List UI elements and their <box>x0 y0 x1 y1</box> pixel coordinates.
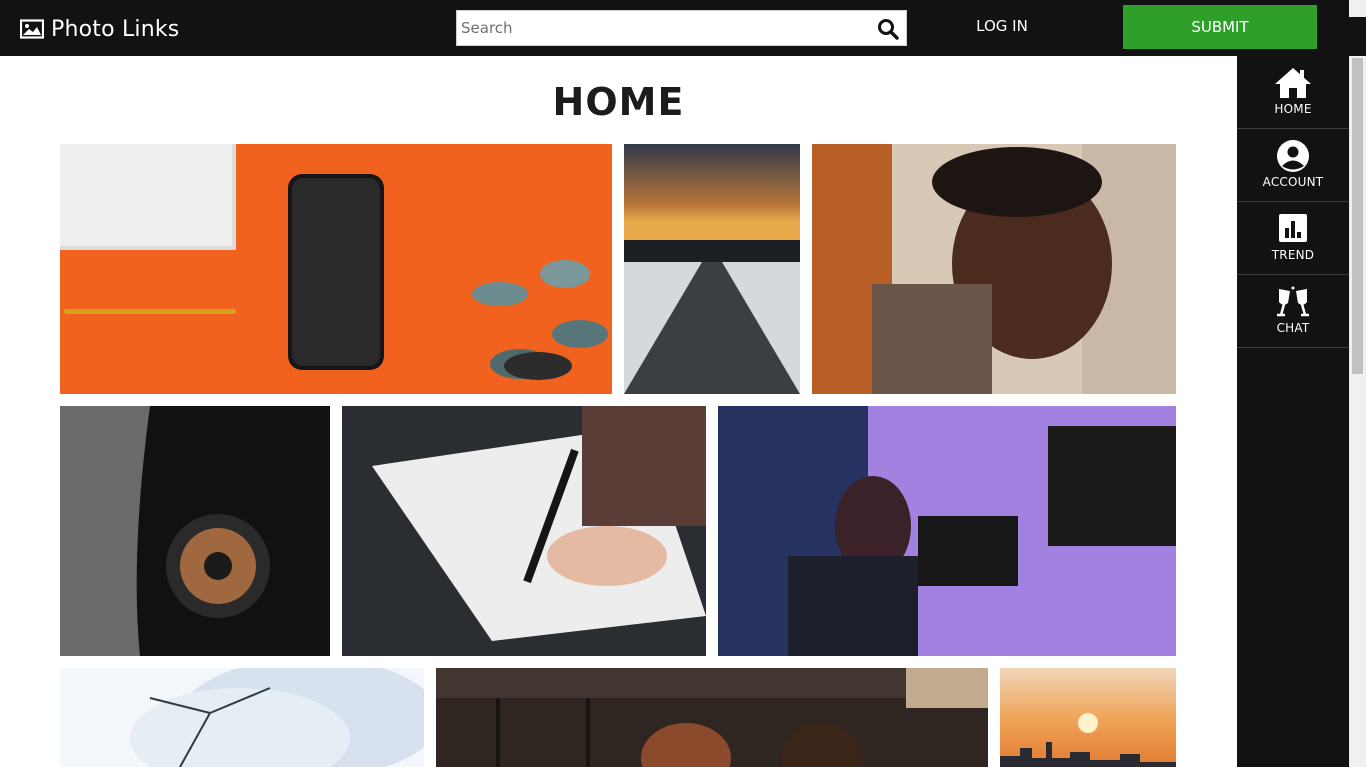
photo-coffee-shop-people[interactable] <box>436 668 988 767</box>
sidebar-item-label: TREND <box>1271 248 1315 262</box>
right-sidebar: HOME ACCOUNT TREND CHAT <box>1237 56 1349 767</box>
sidebar-item-home[interactable]: HOME <box>1237 56 1349 129</box>
photo-snowy-plant[interactable] <box>60 668 424 767</box>
photo-sketching-wireframe[interactable] <box>342 406 706 656</box>
photo-man-with-earphones[interactable] <box>812 144 1176 394</box>
photo-coffee-image <box>436 668 988 767</box>
sidebar-item-label: ACCOUNT <box>1262 175 1324 189</box>
login-link[interactable]: LOG IN <box>962 17 1042 39</box>
photo-black-car[interactable] <box>60 406 330 656</box>
trend-icon <box>1279 214 1307 242</box>
photo-winter-road[interactable] <box>624 144 800 394</box>
photo-snow-image <box>60 668 424 767</box>
photo-road-image <box>624 144 800 394</box>
brand[interactable]: Photo Links <box>20 14 179 44</box>
photo-sketch-image <box>342 406 706 656</box>
search-box <box>456 10 907 46</box>
sidebar-item-label: CHAT <box>1276 321 1310 335</box>
photo-city-sunset[interactable] <box>1000 668 1176 767</box>
submit-button[interactable]: SUBMIT <box>1123 5 1317 49</box>
sidebar-item-chat[interactable]: CHAT <box>1237 275 1349 348</box>
scrollbar-thumb[interactable] <box>1352 58 1363 374</box>
sidebar-item-account[interactable]: ACCOUNT <box>1237 129 1349 202</box>
account-icon <box>1277 140 1309 172</box>
search-icon[interactable] <box>876 17 900 41</box>
photo-cameraman-image <box>718 406 1176 656</box>
sidebar-item-label: HOME <box>1274 102 1312 116</box>
photo-city-image <box>1000 668 1176 767</box>
page-title: HOME <box>552 80 685 124</box>
sidebar-item-trend[interactable]: TREND <box>1237 202 1349 275</box>
photo-phone-on-orange[interactable] <box>60 144 612 394</box>
chat-icon <box>1277 286 1309 317</box>
photo-car-image <box>60 406 330 656</box>
top-navbar: Photo Links LOG IN SUBMIT <box>0 0 1366 56</box>
image-icon <box>20 19 44 39</box>
scroll-up-arrow[interactable] <box>1349 0 1366 17</box>
photo-man-image <box>812 144 1176 394</box>
home-icon <box>1275 68 1311 98</box>
photo-phone-image <box>60 144 612 394</box>
brand-title: Photo Links <box>51 16 180 42</box>
photo-cameraman-purple[interactable] <box>718 406 1176 656</box>
search-input[interactable] <box>457 11 867 45</box>
